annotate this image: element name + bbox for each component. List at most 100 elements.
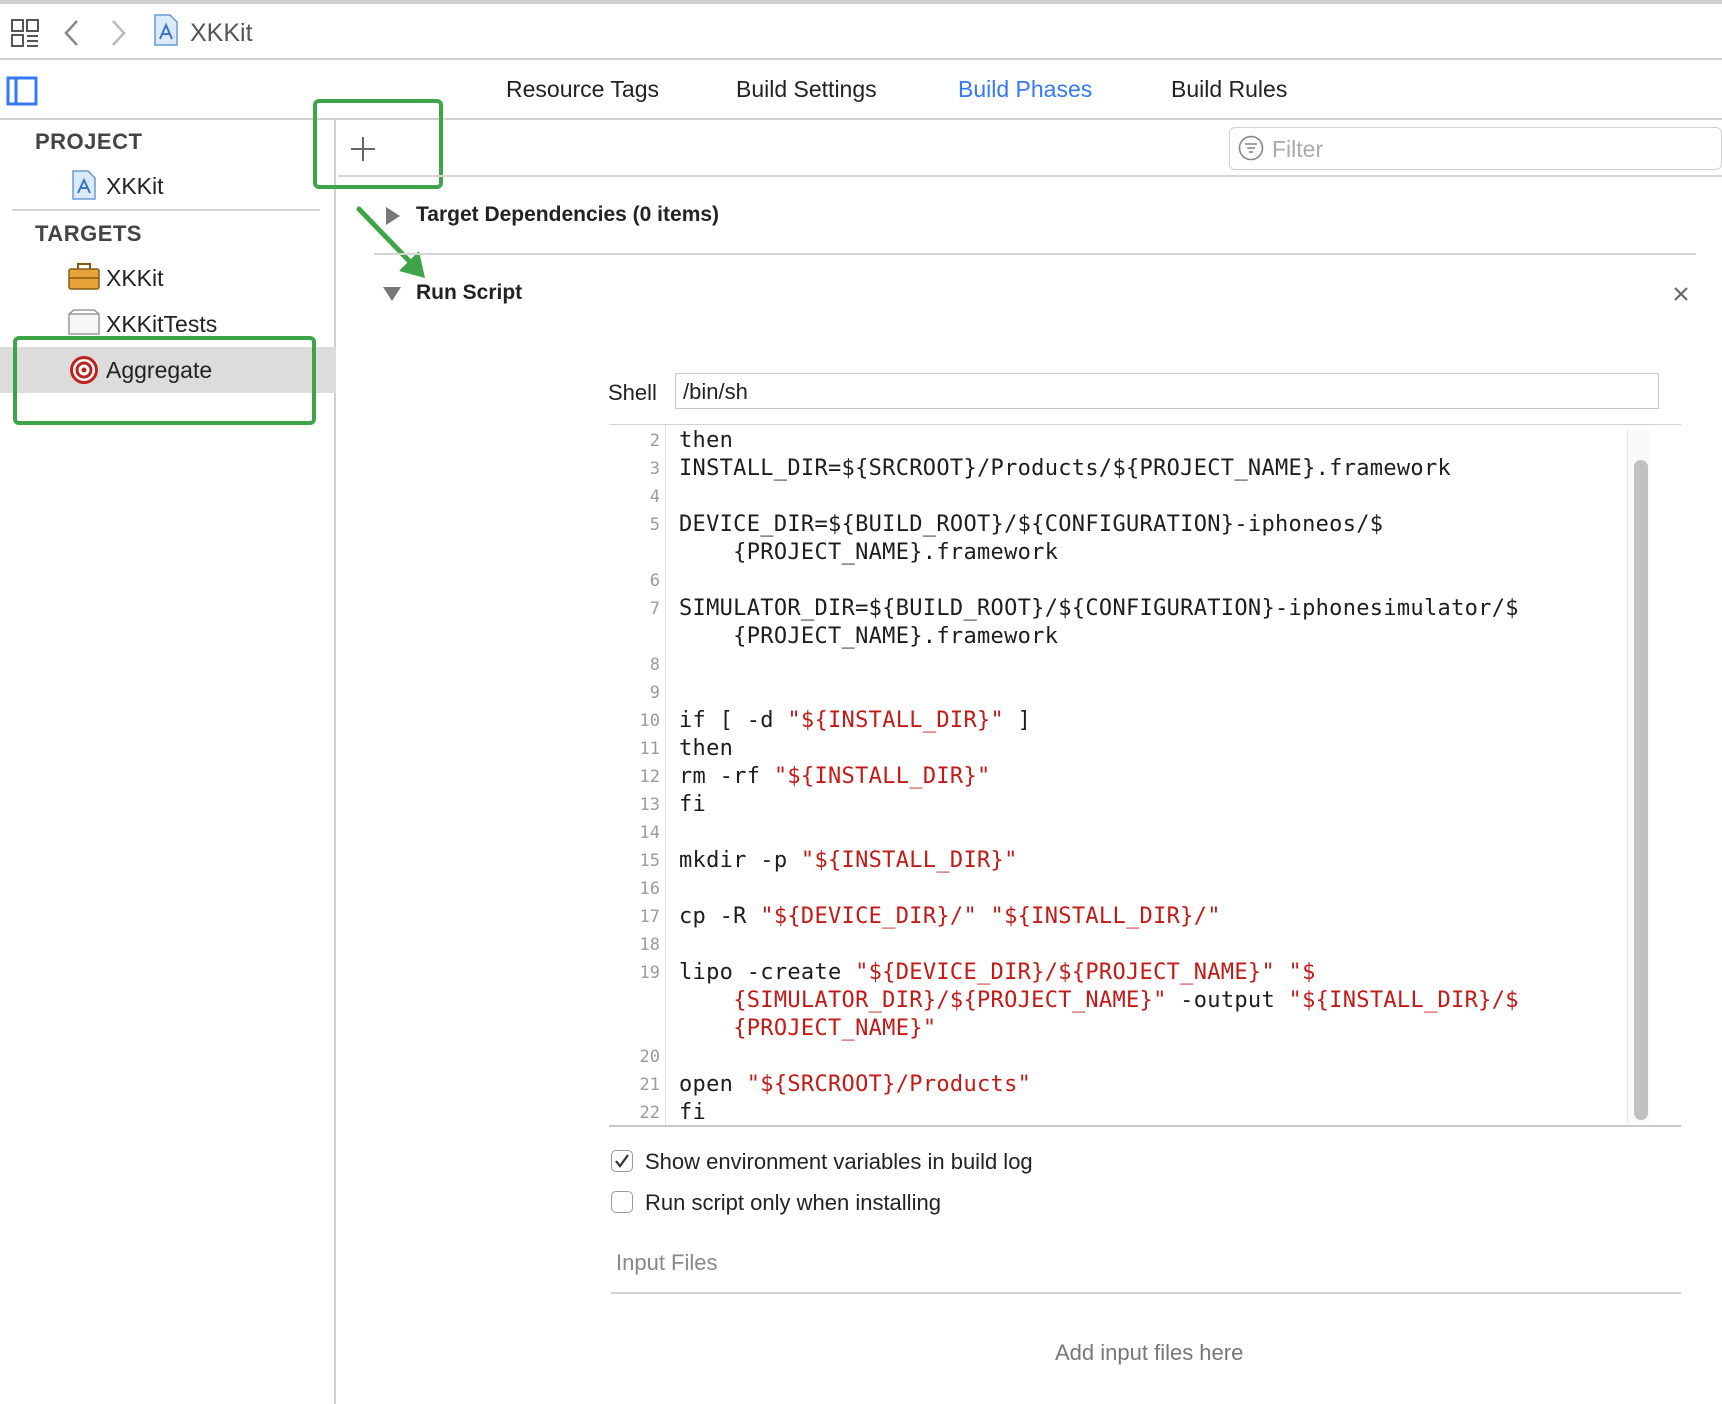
aggregate-highlight-annotation (13, 336, 316, 425)
code-text: open (679, 1072, 747, 1097)
code-string: "${INSTALL_DIR}" (773, 764, 991, 789)
phase-divider (374, 253, 1696, 255)
forward-chevron-icon[interactable] (108, 19, 128, 47)
code-line: DEVICE_DIR=${BUILD_ROOT}/${CONFIGURATION… (679, 512, 1383, 537)
code-text: fi (679, 792, 707, 817)
line-number: 5 (649, 515, 660, 535)
code-string: "${SRCROOT}/Products" (746, 1072, 1032, 1097)
line-number: 12 (639, 767, 660, 787)
code-line: open "${SRCROOT}/Products" (679, 1072, 1031, 1097)
related-items-icon[interactable] (11, 19, 39, 47)
code-string: "${DEVICE_DIR}/${PROJECT_NAME}" "$ (855, 960, 1316, 985)
scrollbar-thumb[interactable] (1634, 460, 1648, 1120)
code-text: {PROJECT_NAME}.framework (679, 624, 1059, 649)
code-line: SIMULATOR_DIR=${BUILD_ROOT}/${CONFIGURAT… (679, 596, 1519, 621)
show-env-label: Show environment variables in build log (645, 1149, 1033, 1174)
add-input-files-placeholder[interactable]: Add input files here (1055, 1340, 1243, 1366)
close-icon[interactable] (1672, 285, 1690, 303)
disclosure-collapsed-icon[interactable] (386, 207, 400, 225)
window-top-edge (0, 0, 1722, 4)
breadcrumb-project[interactable]: XKKit (190, 19, 253, 48)
tab-build-phases[interactable]: Build Phases (958, 76, 1092, 103)
code-string: "${DEVICE_DIR}/" "${INSTALL_DIR}/" (760, 904, 1221, 929)
shell-label: Shell (608, 380, 657, 405)
show-env-checkbox[interactable] (611, 1150, 633, 1172)
code-line: mkdir -p "${INSTALL_DIR}" (679, 848, 1018, 873)
line-number: 10 (639, 711, 660, 731)
tab-resource-tags[interactable]: Resource Tags (506, 76, 659, 103)
code-line: then (679, 736, 733, 761)
project-file-icon (154, 14, 178, 46)
install-only-label: Run script only when installing (645, 1190, 941, 1215)
run-script-title[interactable]: Run Script (416, 281, 522, 305)
tab-build-settings[interactable]: Build Settings (736, 76, 877, 103)
code-text: ] (1004, 708, 1032, 733)
line-number: 9 (649, 683, 660, 703)
code-line: {SIMULATOR_DIR}/${PROJECT_NAME}" -output… (679, 988, 1519, 1013)
line-number: 19 (639, 963, 660, 983)
code-string: {PROJECT_NAME}" (733, 1016, 937, 1041)
code-string: "${INSTALL_DIR}" (787, 708, 1005, 733)
sidebar-divider (12, 209, 320, 211)
code-line: fi (679, 792, 706, 817)
code-text: cp -R (679, 904, 761, 929)
add-build-phase-button[interactable] (348, 134, 378, 164)
project-file-icon (72, 170, 96, 200)
code-string: "${INSTALL_DIR}" (800, 848, 1018, 873)
filter-icon (1238, 135, 1264, 161)
line-number: 21 (639, 1075, 660, 1095)
code-text: then (679, 428, 734, 453)
back-chevron-icon[interactable] (62, 19, 82, 47)
toolbar-divider (338, 175, 1722, 177)
code-string: {SIMULATOR_DIR}/${PROJECT_NAME}" (733, 988, 1167, 1013)
code-text: INSTALL_DIR=${SRCROOT}/Products/${PROJEC… (679, 456, 1452, 481)
line-number: 8 (649, 655, 660, 675)
code-line: {PROJECT_NAME}" (679, 1016, 936, 1041)
code-line: INSTALL_DIR=${SRCROOT}/Products/${PROJEC… (679, 456, 1451, 481)
disclosure-expanded-icon[interactable] (383, 287, 401, 301)
code-text: lipo -create (679, 960, 856, 985)
code-text: -output (1166, 988, 1289, 1013)
code-line: fi (679, 1100, 706, 1125)
sidebar-item-project[interactable]: XKKit (106, 173, 164, 200)
code-string: "${INSTALL_DIR}/$ (1288, 988, 1519, 1013)
line-number: 15 (639, 851, 660, 871)
code-text: DEVICE_DIR=${BUILD_ROOT}/${CONFIGURATION… (679, 512, 1384, 537)
code-line: cp -R "${DEVICE_DIR}/" "${INSTALL_DIR}/" (679, 904, 1221, 929)
top-toolbar (0, 0, 1722, 60)
line-number: 4 (649, 487, 660, 507)
filter-placeholder: Filter (1272, 136, 1324, 162)
line-number: 14 (639, 823, 660, 843)
code-text: rm -rf (679, 764, 774, 789)
code-line: {PROJECT_NAME}.framework (679, 540, 1058, 565)
line-number: 6 (649, 571, 660, 591)
line-number: 3 (649, 459, 660, 479)
target-dependencies-title[interactable]: Target Dependencies (0 items) (416, 203, 719, 227)
line-number: 18 (639, 935, 660, 955)
sidebar-item-xkkit-target[interactable]: XKKit (106, 265, 164, 292)
shell-field[interactable] (675, 373, 1659, 409)
input-files-header: Input Files (616, 1250, 718, 1275)
line-number: 17 (639, 907, 660, 927)
sidebar-toggle-icon[interactable] (6, 76, 38, 106)
line-number: 11 (639, 739, 660, 759)
line-number: 20 (639, 1047, 660, 1067)
tab-build-rules[interactable]: Build Rules (1171, 76, 1287, 103)
line-number: 2 (649, 431, 660, 451)
toolbox-icon (68, 262, 100, 290)
line-number: 16 (639, 879, 660, 899)
test-bundle-icon (68, 309, 100, 335)
code-text: if [ -d (679, 708, 788, 733)
sidebar-item-xkkittests-target[interactable]: XKKitTests (106, 311, 217, 338)
install-only-checkbox[interactable] (611, 1191, 633, 1213)
code-text: then (679, 736, 734, 761)
code-line: lipo -create "${DEVICE_DIR}/${PROJECT_NA… (679, 960, 1316, 985)
input-files-divider (611, 1292, 1681, 1294)
code-line: if [ -d "${INSTALL_DIR}" ] (679, 708, 1031, 733)
line-number: 13 (639, 795, 660, 815)
shell-value: /bin/sh (683, 379, 748, 404)
code-line: rm -rf "${INSTALL_DIR}" (679, 764, 991, 789)
code-line: then (679, 428, 733, 453)
